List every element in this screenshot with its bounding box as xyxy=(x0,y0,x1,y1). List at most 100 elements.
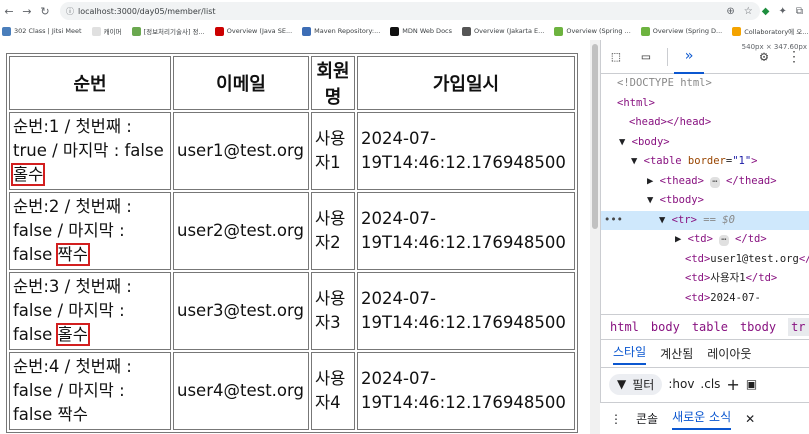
reload-icon[interactable]: ↻ xyxy=(36,5,54,18)
bookmark-favicon-icon xyxy=(640,26,650,36)
bookmark-item[interactable]: [정보처리기술사] 정... xyxy=(131,26,205,36)
drawer-tab-console[interactable]: 콘솔 xyxy=(636,410,658,427)
puzzle-icon[interactable]: ⧉ xyxy=(796,6,803,17)
node-menu-dots-icon[interactable]: ••• xyxy=(604,211,623,231)
expand-triangle-icon[interactable]: ▼ xyxy=(659,214,672,226)
dom-td-2[interactable]: <td>user1@test.org</td> xyxy=(601,250,809,270)
bookmark-favicon-icon xyxy=(554,26,564,36)
omnibox[interactable]: ⓘ localhost:3000/day05/member/list xyxy=(60,2,760,20)
dom-body-tag: <body> xyxy=(631,135,670,148)
url-text: localhost:3000/day05/member/list xyxy=(78,6,216,16)
expand-triangle-icon[interactable]: ▼ xyxy=(619,136,632,148)
dom-doctype[interactable]: <!DOCTYPE html> xyxy=(601,74,809,94)
dom-tbody[interactable]: ▼ <tbody> xyxy=(601,191,809,211)
table-row: 순번:1 / 첫번째 : true / 마지막 : false 홀수 user1@… xyxy=(9,112,575,190)
dom-td-date: 2024-07- xyxy=(710,291,761,304)
styles-filter-row: ▼ 필터 :hov .cls + ▣ xyxy=(601,368,809,400)
inspect-element-icon[interactable]: ⬚ xyxy=(601,40,631,74)
extension-icon[interactable]: ✦ xyxy=(778,6,786,17)
hov-toggle[interactable]: :hov xyxy=(668,377,694,391)
ellipsis-badge[interactable]: ⋯ xyxy=(710,176,720,188)
dom-html[interactable]: <html> xyxy=(601,94,809,114)
zoom-icon[interactable]: ⊕ xyxy=(726,6,734,17)
collapse-triangle-icon[interactable]: ▶ xyxy=(647,175,660,187)
bookmark-favicon-icon xyxy=(462,26,472,36)
styles-subtab[interactable]: 계산됨 xyxy=(660,345,693,362)
bookmark-item[interactable]: Overview (Spring D... xyxy=(640,26,722,36)
dom-selected-marker: == $0 xyxy=(703,213,735,226)
bookmark-item[interactable]: Overview (Jakarta E... xyxy=(462,26,545,36)
cell-joined: 2024-07-19T14:46:12.176948500 xyxy=(357,352,575,430)
header-name-text: 회원명 xyxy=(316,61,350,108)
styles-subtabs: 스타일 계산됨 레이아웃 xyxy=(601,340,809,368)
breadcrumb-item[interactable]: html xyxy=(610,320,639,334)
bookmark-item[interactable]: 캐이머 xyxy=(91,26,122,36)
drawer-menu-icon[interactable]: ⋮ xyxy=(610,412,622,426)
header-row: 순번 이메일 회원명 가입일시 xyxy=(9,56,575,110)
filter-funnel-icon: ▼ xyxy=(617,377,627,391)
header-email: 이메일 xyxy=(173,56,309,110)
dom-tr-selected[interactable]: ••• ▼ <tr> == $0 xyxy=(601,210,809,231)
bookmark-item[interactable]: Collaboratory에 오... xyxy=(732,26,808,36)
bookmark-favicon-icon xyxy=(302,26,312,36)
device-toolbar-icon[interactable]: ▭ xyxy=(631,40,661,74)
table-body: 순번:1 / 첫번째 : true / 마지막 : false 홀수 user1@… xyxy=(9,112,575,430)
cell-name: 사용자2 xyxy=(311,192,355,270)
bookmark-item[interactable]: Maven Repository:... xyxy=(302,26,381,36)
styles-subtab[interactable]: 레이아웃 xyxy=(707,345,751,362)
cell-email: user1@test.org xyxy=(173,112,309,190)
dom-td-3[interactable]: <td>사용자1</td> xyxy=(601,269,809,289)
bookmark-favicon-icon xyxy=(2,26,11,36)
bookmark-item[interactable]: Overview (Spring ... xyxy=(554,26,631,36)
back-icon[interactable]: ← xyxy=(0,5,18,18)
site-info-icon[interactable]: ⓘ xyxy=(66,6,74,17)
bookmark-item[interactable]: Overview (Java SE... xyxy=(214,26,292,36)
breadcrumb-item[interactable]: body xyxy=(651,320,680,334)
page-scrollbar[interactable] xyxy=(590,40,600,434)
scrollbar-thumb[interactable] xyxy=(592,44,598,229)
forward-icon[interactable]: → xyxy=(18,5,36,18)
dom-td-tag: td xyxy=(693,233,707,245)
bookmark-item[interactable]: 302 Class | Jitsi Meet xyxy=(2,26,82,36)
dom-td-4[interactable]: <td>2024-07- xyxy=(601,289,809,309)
dom-head[interactable]: <head></head> xyxy=(601,113,809,133)
more-panels-icon[interactable]: » xyxy=(674,40,704,74)
bookmark-label: 302 Class | Jitsi Meet xyxy=(14,27,82,35)
drawer-close-icon[interactable]: ✕ xyxy=(745,412,755,426)
breadcrumb-item[interactable]: table xyxy=(692,320,728,334)
cls-toggle[interactable]: .cls xyxy=(700,377,720,391)
toolbar-divider xyxy=(667,47,668,66)
breadcrumb-item[interactable]: tr xyxy=(788,318,809,336)
shield-extension-icon[interactable]: ◆ xyxy=(762,6,770,17)
bookmark-label: Overview (Jakarta E... xyxy=(474,27,545,35)
bookmark-favicon-icon xyxy=(91,26,101,36)
dom-thead[interactable]: ▶ <thead> ⋯ </thead> xyxy=(601,172,809,192)
ellipsis-badge[interactable]: ⋯ xyxy=(719,235,729,246)
bookmark-favicon-icon xyxy=(214,26,224,36)
dom-table[interactable]: ▼ <table border="1"> xyxy=(601,152,809,172)
cell-index: 순번:2 / 첫번째 : false / 마지막 : false 짝수 xyxy=(9,192,171,270)
breadcrumb-item[interactable]: tbody xyxy=(740,320,776,334)
bookmark-label: Maven Repository:... xyxy=(314,27,381,35)
extensions-area: ⊕ ☆ ◆ ✦ ⧉ xyxy=(726,0,809,22)
dom-td-name: 사용자1 xyxy=(710,272,746,284)
cell-email: user3@test.org xyxy=(173,272,309,350)
header-index: 순번 xyxy=(9,56,171,110)
bookmark-item[interactable]: MDN Web Docs xyxy=(390,26,453,36)
expand-triangle-icon[interactable]: ▼ xyxy=(631,155,644,167)
computed-sidebar-icon[interactable]: ▣ xyxy=(746,377,757,391)
filter-input[interactable]: ▼ 필터 xyxy=(609,373,663,395)
dom-table-attr: border xyxy=(687,155,726,167)
table-row: 순번:4 / 첫번째 : false / 마지막 : false 짝수 user4… xyxy=(9,352,575,430)
dom-body[interactable]: ▼ <body> xyxy=(601,133,809,153)
bookmark-star-icon[interactable]: ☆ xyxy=(744,6,753,17)
expand-triangle-icon[interactable]: ▼ xyxy=(647,194,660,206)
drawer-tab-whats-new[interactable]: 새로운 소식 xyxy=(672,408,732,430)
dom-thead-tag: thead xyxy=(665,174,698,187)
cell-joined: 2024-07-19T14:46:12.176948500 xyxy=(357,192,575,270)
styles-subtab[interactable]: 스타일 xyxy=(613,343,647,365)
dom-td-1[interactable]: ▶ <td> ⋯ </td> xyxy=(601,230,809,250)
bookmark-label: MDN Web Docs xyxy=(402,27,453,35)
new-style-rule-icon[interactable]: + xyxy=(726,375,739,394)
collapse-triangle-icon[interactable]: ▶ xyxy=(675,233,688,245)
